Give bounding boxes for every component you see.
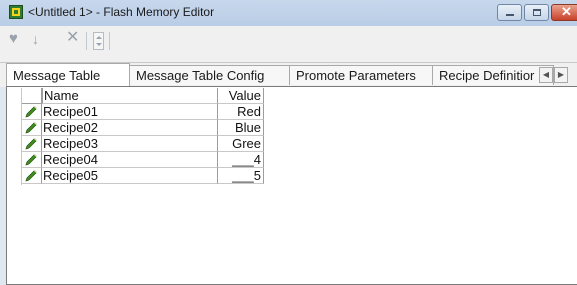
recipe-name-cell[interactable]: Recipe01 bbox=[42, 104, 218, 120]
pencil-icon bbox=[25, 138, 37, 150]
window-title: <Untitled 1> - Flash Memory Editor bbox=[28, 5, 215, 19]
row-header[interactable] bbox=[22, 104, 42, 120]
column-header-name[interactable]: Name bbox=[42, 88, 218, 104]
recipe-value-cell[interactable]: ___5 bbox=[218, 168, 264, 184]
flash-memory-editor-window: <Untitled 1> - Flash Memory Editor ✕ ♥ ↓… bbox=[0, 0, 577, 285]
table-row[interactable]: Recipe02 Blue bbox=[9, 120, 264, 136]
column-header-value[interactable]: Value bbox=[218, 88, 264, 104]
tab-message-table-config[interactable]: Message Table Config bbox=[129, 65, 290, 85]
pencil-icon bbox=[25, 122, 37, 134]
tab-scroll-right-button[interactable]: ▶ bbox=[554, 67, 568, 83]
recipe-value-cell[interactable]: Blue bbox=[218, 120, 264, 136]
row-header[interactable] bbox=[22, 168, 42, 184]
close-icon: ✕ bbox=[561, 4, 572, 19]
toolbar: ♥ ↓ ✕ ⊣ bbox=[0, 26, 577, 75]
table-row[interactable]: Recipe03 Gree bbox=[9, 136, 264, 152]
recipe-value-cell[interactable]: Gree bbox=[218, 136, 264, 152]
minimize-button[interactable] bbox=[497, 4, 522, 21]
maximize-button[interactable] bbox=[524, 4, 549, 21]
table-row[interactable]: Recipe01 Red bbox=[9, 104, 264, 120]
row-header[interactable] bbox=[22, 120, 42, 136]
recipe-name-cell[interactable]: Recipe05 bbox=[42, 168, 218, 184]
delete-icon[interactable]: ✕ bbox=[66, 30, 79, 46]
toolbar-separator bbox=[109, 32, 110, 50]
maximize-icon bbox=[533, 9, 541, 16]
app-icon bbox=[9, 5, 23, 19]
corner-header bbox=[22, 88, 42, 104]
tab-strip: Message Table Message Table Config Promo… bbox=[0, 62, 577, 87]
tab-scroll-left-button[interactable]: ◀ bbox=[539, 67, 553, 83]
recipe-value-cell[interactable]: Red bbox=[218, 104, 264, 120]
title-bar[interactable]: <Untitled 1> - Flash Memory Editor ✕ bbox=[0, 0, 577, 26]
row-header[interactable] bbox=[22, 152, 42, 168]
message-table-panel: Name Value Recipe01 Red Recipe02 Blue Re… bbox=[6, 86, 577, 285]
tab-message-table[interactable]: Message Table bbox=[6, 63, 130, 87]
close-button[interactable]: ✕ bbox=[551, 4, 577, 21]
row-header[interactable] bbox=[22, 136, 42, 152]
pencil-icon bbox=[25, 154, 37, 166]
pencil-icon bbox=[25, 106, 37, 118]
spinner-icon[interactable] bbox=[93, 32, 104, 50]
recipe-name-cell[interactable]: Recipe04 bbox=[42, 152, 218, 168]
recipe-name-cell[interactable]: Recipe03 bbox=[42, 136, 218, 152]
heart-icon[interactable]: ♥ bbox=[9, 31, 18, 47]
tab-recipe-definition[interactable]: Recipe Definitior bbox=[432, 65, 554, 85]
table-row[interactable]: Recipe05 ___5 bbox=[9, 168, 264, 184]
recipe-value-cell[interactable]: ___4 bbox=[218, 152, 264, 168]
minimize-icon bbox=[506, 14, 514, 16]
table-row[interactable]: Recipe04 ___4 bbox=[9, 152, 264, 168]
toolbar-separator bbox=[86, 32, 87, 50]
recipe-name-cell[interactable]: Recipe02 bbox=[42, 120, 218, 136]
table-header: Name Value bbox=[9, 88, 264, 104]
pencil-icon bbox=[25, 170, 37, 182]
tab-promote-parameters[interactable]: Promote Parameters bbox=[289, 65, 433, 85]
arrow-down-icon[interactable]: ↓ bbox=[32, 31, 39, 47]
